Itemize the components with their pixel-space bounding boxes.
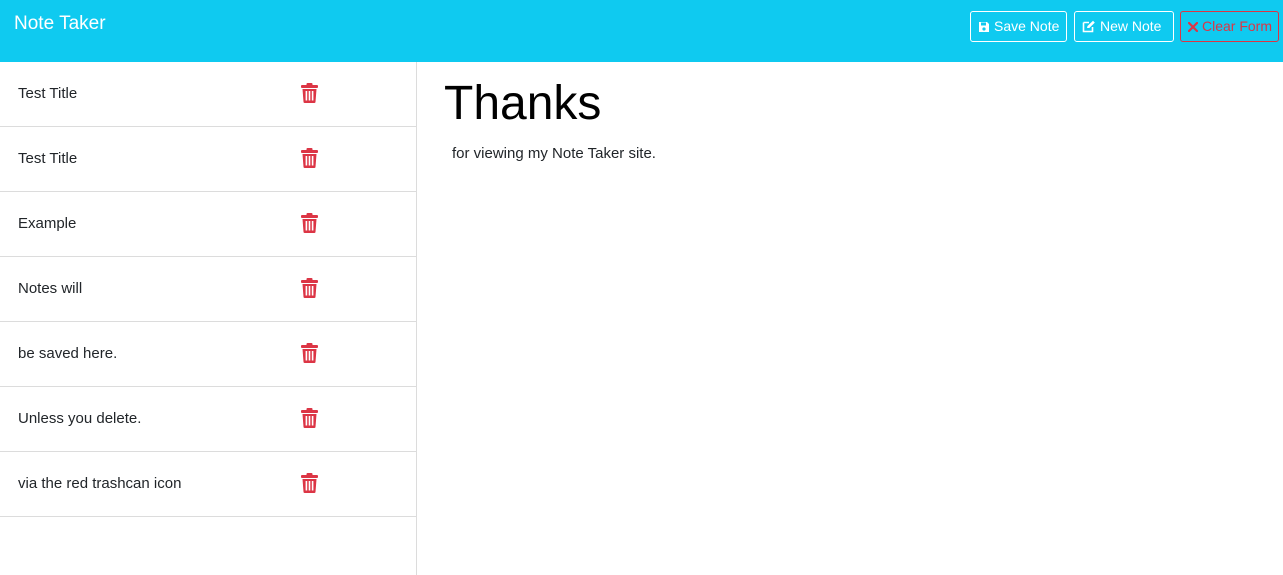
list-item[interactable]: be saved here. xyxy=(0,322,416,387)
note-title[interactable]: Test Title xyxy=(18,149,77,169)
note-list: Test Title Test Title Example Notes will… xyxy=(0,62,417,575)
list-item[interactable]: Notes will xyxy=(0,257,416,322)
trash-icon[interactable] xyxy=(301,473,318,493)
save-note-label: Save Note xyxy=(994,18,1060,34)
note-title[interactable]: Unless you delete. xyxy=(18,409,141,429)
list-item[interactable]: Test Title xyxy=(0,62,416,127)
clear-form-label: Clear Form xyxy=(1202,18,1273,34)
save-icon xyxy=(978,21,990,33)
list-item[interactable]: via the red trashcan icon xyxy=(0,452,416,517)
new-note-button[interactable]: New Note xyxy=(1074,11,1174,42)
note-text-field[interactable]: for viewing my Note Taker site. xyxy=(452,144,656,164)
save-note-button[interactable]: Save Note xyxy=(970,11,1067,42)
trash-icon[interactable] xyxy=(301,148,318,168)
edit-icon xyxy=(1082,20,1096,33)
list-item[interactable]: Unless you delete. xyxy=(0,387,416,452)
note-editor: Thanks for viewing my Note Taker site. xyxy=(417,62,1283,575)
x-icon xyxy=(1188,21,1198,32)
note-title[interactable]: Test Title xyxy=(18,84,77,104)
list-item[interactable]: Test Title xyxy=(0,127,416,192)
note-title-field[interactable]: Thanks xyxy=(444,76,601,132)
clear-form-button[interactable]: Clear Form xyxy=(1180,11,1279,42)
navbar: Note Taker Save Note New Note Clear Form xyxy=(0,0,1283,62)
trash-icon[interactable] xyxy=(301,408,318,428)
trash-icon[interactable] xyxy=(301,83,318,103)
note-title[interactable]: via the red trashcan icon xyxy=(18,474,181,494)
trash-icon[interactable] xyxy=(301,278,318,298)
note-title[interactable]: be saved here. xyxy=(18,344,117,364)
note-title[interactable]: Example xyxy=(18,214,76,234)
trash-icon[interactable] xyxy=(301,343,318,363)
list-item[interactable]: Example xyxy=(0,192,416,257)
note-title[interactable]: Notes will xyxy=(18,279,82,299)
app-title[interactable]: Note Taker xyxy=(14,12,106,36)
trash-icon[interactable] xyxy=(301,213,318,233)
new-note-label: New Note xyxy=(1100,18,1162,34)
